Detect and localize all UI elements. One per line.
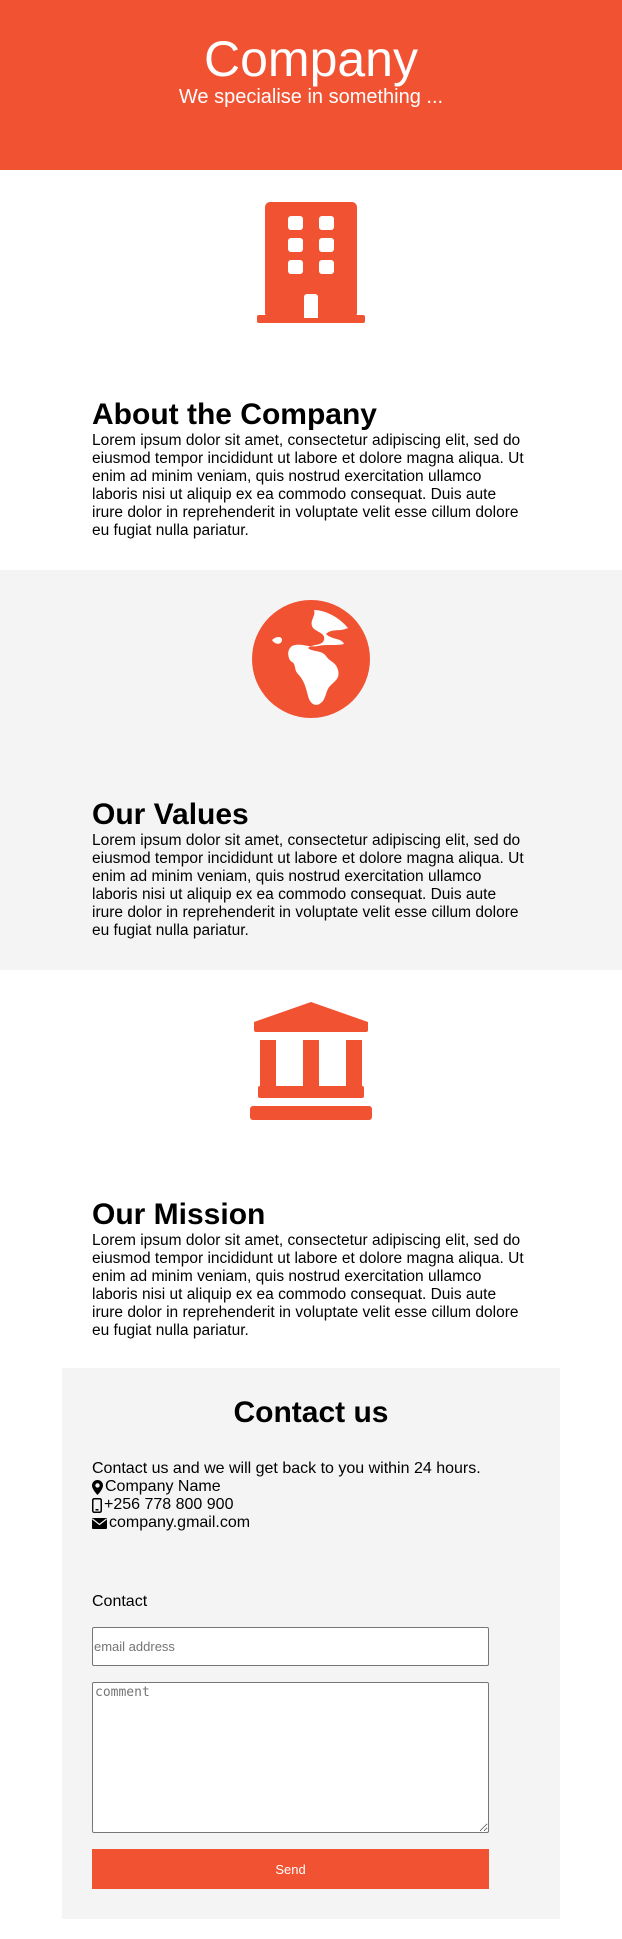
contact-company-name: Company Name (105, 1478, 221, 1495)
about-section: About the Company Lorem ipsum dolor sit … (0, 170, 622, 570)
values-heading: Our Values (92, 798, 249, 831)
contact-info: Contact us and we will get back to you w… (92, 1460, 481, 1532)
mission-section: Our Mission Lorem ipsum dolor sit amet, … (0, 970, 622, 1370)
contact-phone: +256 778 800 900 (104, 1496, 234, 1513)
mobile-phone-icon (92, 1497, 102, 1513)
about-heading: About the Company (92, 398, 377, 431)
company-tagline: We specialise in something ... (178, 86, 444, 108)
values-body: Lorem ipsum dolor sit amet, consectetur … (92, 832, 524, 939)
contact-email-row: company.gmail.com (92, 1514, 481, 1532)
contact-heading: Contact us (233, 1396, 389, 1429)
contact-company-row: Company Name (92, 1478, 481, 1496)
globe-africa-icon (252, 600, 370, 718)
contact-intro: Contact us and we will get back to you w… (92, 1460, 481, 1477)
values-section: Our Values Lorem ipsum dolor sit amet, c… (0, 570, 622, 970)
contact-form-label: Contact (92, 1593, 148, 1610)
send-button[interactable]: Send (92, 1849, 489, 1889)
comment-textarea[interactable] (92, 1682, 489, 1833)
contact-phone-row: +256 778 800 900 (92, 1496, 481, 1514)
contact-email: company.gmail.com (109, 1514, 251, 1531)
map-marker-icon (92, 1479, 103, 1495)
about-body: Lorem ipsum dolor sit amet, consectetur … (92, 432, 524, 539)
email-input[interactable] (92, 1627, 489, 1666)
mission-body: Lorem ipsum dolor sit amet, consectetur … (92, 1232, 524, 1339)
envelope-icon (92, 1517, 107, 1529)
contact-panel: Contact us Contact us and we will get ba… (62, 1368, 560, 1919)
company-title: Company (204, 31, 418, 87)
mission-heading: Our Mission (92, 1198, 266, 1231)
institution-icon (250, 1002, 372, 1120)
building-icon (257, 202, 365, 323)
page-header: Company We specialise in something ... (0, 0, 622, 170)
